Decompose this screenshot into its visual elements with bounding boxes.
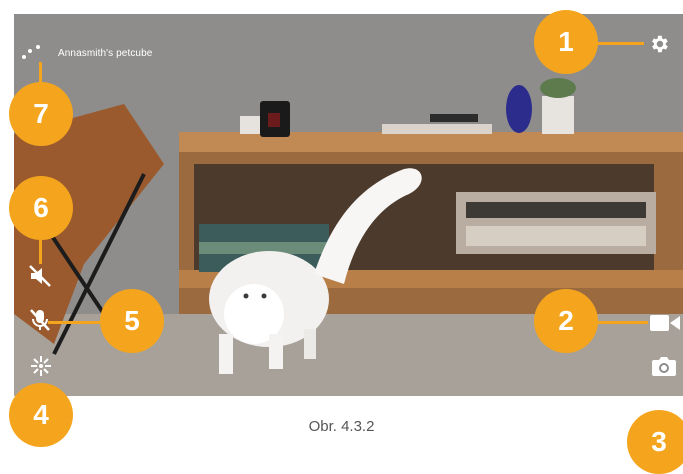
- callout-5-leader: [48, 321, 100, 324]
- figure-caption: Obr. 4.3.2: [308, 418, 375, 435]
- callout-7-leader: [39, 62, 42, 84]
- connection-dots-icon[interactable]: [22, 45, 46, 61]
- callout-4: 4: [9, 383, 73, 447]
- laser-icon[interactable]: [30, 355, 52, 377]
- callout-1: 1: [534, 10, 598, 74]
- video-camera-icon[interactable]: [650, 313, 680, 333]
- gear-icon[interactable]: [648, 33, 670, 55]
- speaker-muted-icon[interactable]: [28, 264, 52, 288]
- camera-name: Annasmith's petcube: [58, 47, 153, 59]
- callout-6: 6: [9, 176, 73, 240]
- callout-1-leader: [596, 42, 644, 45]
- microphone-muted-icon[interactable]: [29, 308, 51, 332]
- photo-camera-icon[interactable]: [651, 355, 677, 377]
- callout-2-leader: [596, 321, 648, 324]
- callout-7: 7: [9, 82, 73, 146]
- callout-5: 5: [100, 289, 164, 353]
- callout-6-leader: [39, 240, 42, 264]
- camera-status: Annasmith's petcube: [14, 44, 152, 62]
- callout-2: 2: [534, 289, 598, 353]
